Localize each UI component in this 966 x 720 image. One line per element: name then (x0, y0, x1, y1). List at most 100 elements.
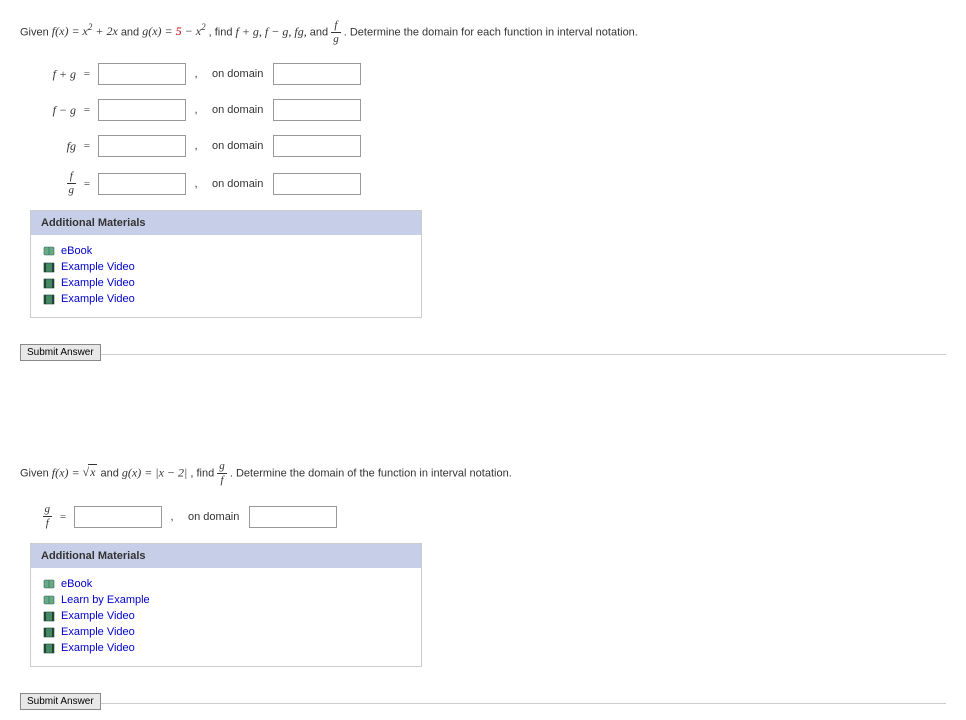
submit-answer-button[interactable]: Submit Answer (20, 344, 101, 361)
submit-wrap: Submit Answer (20, 344, 946, 361)
materials-body: eBook Learn by Example Example Video Exa… (31, 568, 421, 666)
material-link-video[interactable]: Example Video (43, 640, 409, 656)
domain-input-gdf[interactable] (249, 506, 337, 528)
answer-input-fg[interactable] (98, 135, 186, 157)
frac-den: g (67, 184, 77, 196)
math-gx: g(x) = |x − 2| (122, 465, 187, 479)
materials-body: eBook Example Video Example Video Exampl… (31, 235, 421, 317)
text: , find (190, 467, 217, 479)
equals: = (82, 178, 92, 190)
additional-materials: Additional Materials eBook Example Video… (30, 210, 422, 318)
sqrt: √x (83, 465, 98, 479)
material-link-learn-by-example[interactable]: Learn by Example (43, 592, 409, 608)
equals: = (82, 140, 92, 152)
additional-materials: Additional Materials eBook Learn by Exam… (30, 543, 422, 667)
text: and (310, 26, 331, 38)
link-text: eBook (61, 245, 92, 257)
row-label: f − g (20, 103, 76, 118)
comma: , (168, 511, 176, 523)
link-text: Learn by Example (61, 594, 150, 606)
question-2: Given f(x) = √x and g(x) = |x − 2| , fin… (0, 441, 966, 720)
on-domain-label: on domain (188, 511, 239, 523)
material-link-ebook[interactable]: eBook (43, 243, 409, 259)
fraction-f-over-g: f g (67, 171, 77, 196)
row-label: fg (20, 139, 76, 154)
comma: , (192, 68, 200, 80)
divider (20, 703, 946, 704)
book-icon (43, 246, 55, 257)
film-icon (43, 643, 55, 654)
material-link-video[interactable]: Example Video (43, 608, 409, 624)
math-fx: f(x) = x2 + 2x (52, 24, 121, 38)
material-link-video[interactable]: Example Video (43, 624, 409, 640)
answer-input-fmg[interactable] (98, 99, 186, 121)
fraction-g-over-f: g f (43, 504, 53, 529)
link-text: eBook (61, 578, 92, 590)
answer-row-fg: fg = , on domain (20, 135, 946, 157)
answer-input-gdf[interactable] (74, 506, 162, 528)
text: g(x) = (142, 24, 175, 38)
text: , find (209, 26, 236, 38)
film-icon (43, 611, 55, 622)
domain-input-fpg[interactable] (273, 63, 361, 85)
row-label: f + g (20, 67, 76, 82)
question-2-prompt: Given f(x) = √x and g(x) = |x − 2| , fin… (20, 461, 946, 486)
math-gx: g(x) = 5 − x2 (142, 24, 208, 38)
equals: = (82, 104, 92, 116)
frac-num: g (217, 461, 227, 474)
answer-row-fdg: f g = , on domain (20, 171, 946, 196)
material-link-video[interactable]: Example Video (43, 291, 409, 307)
frac-num: f (67, 171, 77, 184)
frac-den: g (331, 33, 341, 45)
frac-num: g (43, 504, 53, 517)
on-domain-label: on domain (212, 104, 263, 116)
spacer (0, 371, 966, 441)
text: . Determine the domain for each function… (344, 26, 638, 38)
answer-row-fmg: f − g = , on domain (20, 99, 946, 121)
domain-input-fmg[interactable] (273, 99, 361, 121)
fraction-f-over-g: fg (331, 20, 341, 45)
material-link-ebook[interactable]: eBook (43, 576, 409, 592)
material-link-video[interactable]: Example Video (43, 275, 409, 291)
link-text: Example Video (61, 293, 135, 305)
answer-row-fpg: f + g = , on domain (20, 63, 946, 85)
text: Given (20, 467, 52, 479)
domain-input-fdg[interactable] (273, 173, 361, 195)
comma: , (192, 178, 200, 190)
question-1-prompt: Given f(x) = x2 + 2x and g(x) = 5 − x2 ,… (20, 20, 946, 45)
answer-input-fdg[interactable] (98, 173, 186, 195)
film-icon (43, 294, 55, 305)
film-icon (43, 627, 55, 638)
equals: = (58, 511, 68, 523)
on-domain-label: on domain (212, 68, 263, 80)
answer-row-gdf: g f = , on domain (20, 504, 946, 529)
comma: , (192, 140, 200, 152)
link-text: Example Video (61, 277, 135, 289)
answer-input-fpg[interactable] (98, 63, 186, 85)
book-icon (43, 595, 55, 606)
link-text: Example Video (61, 642, 135, 654)
math-fx: f(x) = √x (52, 465, 101, 479)
on-domain-label: on domain (212, 178, 263, 190)
book-icon (43, 579, 55, 590)
materials-header: Additional Materials (31, 211, 421, 235)
divider (20, 354, 946, 355)
row-label: f g (20, 171, 76, 196)
row-label: g f (20, 504, 52, 529)
text: and (100, 467, 121, 479)
on-domain-label: on domain (212, 140, 263, 152)
text: f(x) = (52, 465, 83, 479)
comma: , (192, 104, 200, 116)
domain-input-fg[interactable] (273, 135, 361, 157)
text: − x (182, 24, 201, 38)
math-list: f + g, f − g, fg, (236, 24, 307, 38)
link-text: Example Video (61, 626, 135, 638)
frac-den: f (43, 517, 53, 529)
submit-answer-button[interactable]: Submit Answer (20, 693, 101, 710)
fraction-g-over-f: gf (217, 461, 227, 486)
link-text: Example Video (61, 610, 135, 622)
text: . Determine the domain of the function i… (230, 467, 512, 479)
question-1: Given f(x) = x2 + 2x and g(x) = 5 − x2 ,… (0, 0, 966, 371)
text: and (121, 26, 142, 38)
material-link-video[interactable]: Example Video (43, 259, 409, 275)
